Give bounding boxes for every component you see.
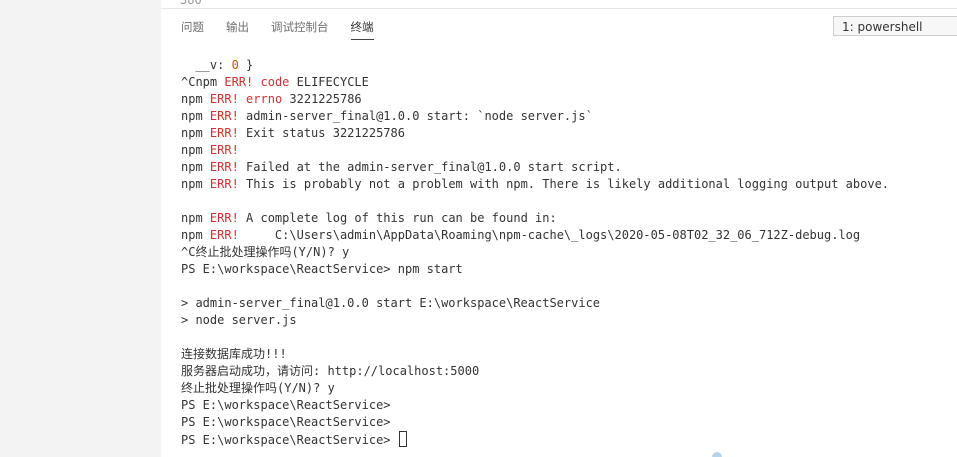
panel-tabs: 问题 输出 调试控制台 终端 [181, 17, 396, 43]
terminal-text: 连接数据库成功!!! [181, 347, 287, 361]
terminal-line: PS E:\workspace\ReactService> [181, 397, 951, 414]
terminal-line: npm ERR! admin-server_final@1.0.0 start:… [181, 108, 951, 125]
terminal-cursor [398, 431, 407, 447]
error-token: ERR! [209, 177, 239, 191]
terminal-line: PS E:\workspace\ReactService> npm start [181, 261, 951, 278]
terminal-text: PS E:\workspace\ReactService> [181, 433, 398, 447]
terminal-text: C:\Users\admin\AppData\Roaming\npm-cache… [238, 228, 861, 242]
terminal-text: npm [181, 143, 210, 157]
terminal-text: npm [181, 160, 210, 174]
error-token: ERR! [209, 109, 239, 123]
terminal-text: 服务器启动成功，请访问: http://localhost:5000 [181, 364, 480, 378]
error-token: code [260, 75, 290, 89]
terminal-text: npm [181, 211, 210, 225]
terminal-line: __v: 0 } [181, 57, 951, 74]
terminal-text: PS E:\workspace\ReactService> [181, 398, 391, 412]
tab-problems[interactable]: 问题 [181, 17, 204, 39]
terminal-line: 终止批处理操作吗(Y/N)? y [181, 380, 951, 397]
terminal-line: PS E:\workspace\ReactService> [181, 431, 951, 448]
tab-terminal[interactable]: 终端 [350, 17, 374, 40]
error-token: ERR! [209, 126, 239, 140]
terminal-output[interactable]: __v: 0 } ^Cnpm ERR! code ELIFECYCLE npm ER… [181, 57, 951, 448]
error-token: errno [246, 92, 283, 106]
scrollbar-thumb[interactable] [712, 452, 722, 457]
terminal-line: npm ERR! [181, 142, 951, 159]
terminal-text: ^C终止批处理操作吗(Y/N)? y [181, 245, 350, 259]
terminal-text: Exit status 3221225786 [238, 126, 405, 140]
terminal-text: Failed at the admin-server_final@1.0.0 s… [238, 160, 622, 174]
terminal-text: npm [181, 126, 210, 140]
error-token: ERR! [209, 160, 239, 174]
bottom-panel: 380 问题 输出 调试控制台 终端 1: powershell __v: 0 … [161, 0, 957, 457]
error-token: ERR! [224, 75, 254, 89]
terminal-text: This is probably not a problem with npm.… [238, 177, 890, 191]
terminal-text: > node server.js [181, 313, 297, 327]
terminal-line: npm ERR! Exit status 3221225786 [181, 125, 951, 142]
terminal-text: npm [181, 177, 210, 191]
terminal-text: > admin-server_final@1.0.0 start E:\work… [181, 296, 601, 310]
terminal-selector-dropdown[interactable]: 1: powershell [833, 16, 957, 36]
terminal-text: admin-server_final@1.0.0 start: `node se… [238, 109, 593, 123]
terminal-line: npm ERR! errno 3221225786 [181, 91, 951, 108]
error-token: ERR! [209, 228, 239, 242]
terminal-text: 3221225786 [282, 92, 362, 106]
terminal-text: ^Cnpm [181, 75, 225, 89]
terminal-text: __v: [181, 58, 232, 72]
error-token: ERR! [209, 143, 239, 157]
terminal-text: npm [181, 92, 210, 106]
terminal-line: ^Cnpm ERR! code ELIFECYCLE [181, 74, 951, 91]
terminal-text: npm [181, 228, 210, 242]
terminal-text: npm [181, 109, 210, 123]
terminal-line: PS E:\workspace\ReactService> [181, 414, 951, 431]
terminal-line: npm ERR! A complete log of this run can … [181, 210, 951, 227]
line-number-fragment: 380 [180, 0, 202, 7]
terminal-text: 终止批处理操作吗(Y/N)? y [181, 381, 335, 395]
terminal-line: 服务器启动成功，请访问: http://localhost:5000 [181, 363, 951, 380]
terminal-line: npm ERR! Failed at the admin-server_fina… [181, 159, 951, 176]
terminal-text: PS E:\workspace\ReactService> [181, 415, 391, 429]
editor-area-edge: 380 [161, 0, 957, 9]
error-token: ERR! [209, 92, 239, 106]
terminal-text: 0 [231, 58, 239, 72]
left-sidebar-area [0, 0, 161, 457]
tab-debug-console[interactable]: 调试控制台 [271, 17, 329, 39]
terminal-line: ^C终止批处理操作吗(Y/N)? y [181, 244, 951, 261]
terminal-line: > admin-server_final@1.0.0 start E:\work… [181, 295, 951, 312]
tab-output[interactable]: 输出 [226, 17, 249, 39]
terminal-text: A complete log of this run can be found … [238, 211, 557, 225]
terminal-line: > node server.js [181, 312, 951, 329]
terminal-line: npm ERR! This is probably not a problem … [181, 176, 951, 193]
terminal-line: 连接数据库成功!!! [181, 346, 951, 363]
terminal-text: PS E:\workspace\ReactService> npm start [181, 262, 463, 276]
terminal-text: } [238, 58, 254, 72]
terminal-line: npm ERR! C:\Users\admin\AppData\Roaming\… [181, 227, 951, 244]
error-token: ERR! [209, 211, 239, 225]
terminal-text: ELIFECYCLE [289, 75, 369, 89]
